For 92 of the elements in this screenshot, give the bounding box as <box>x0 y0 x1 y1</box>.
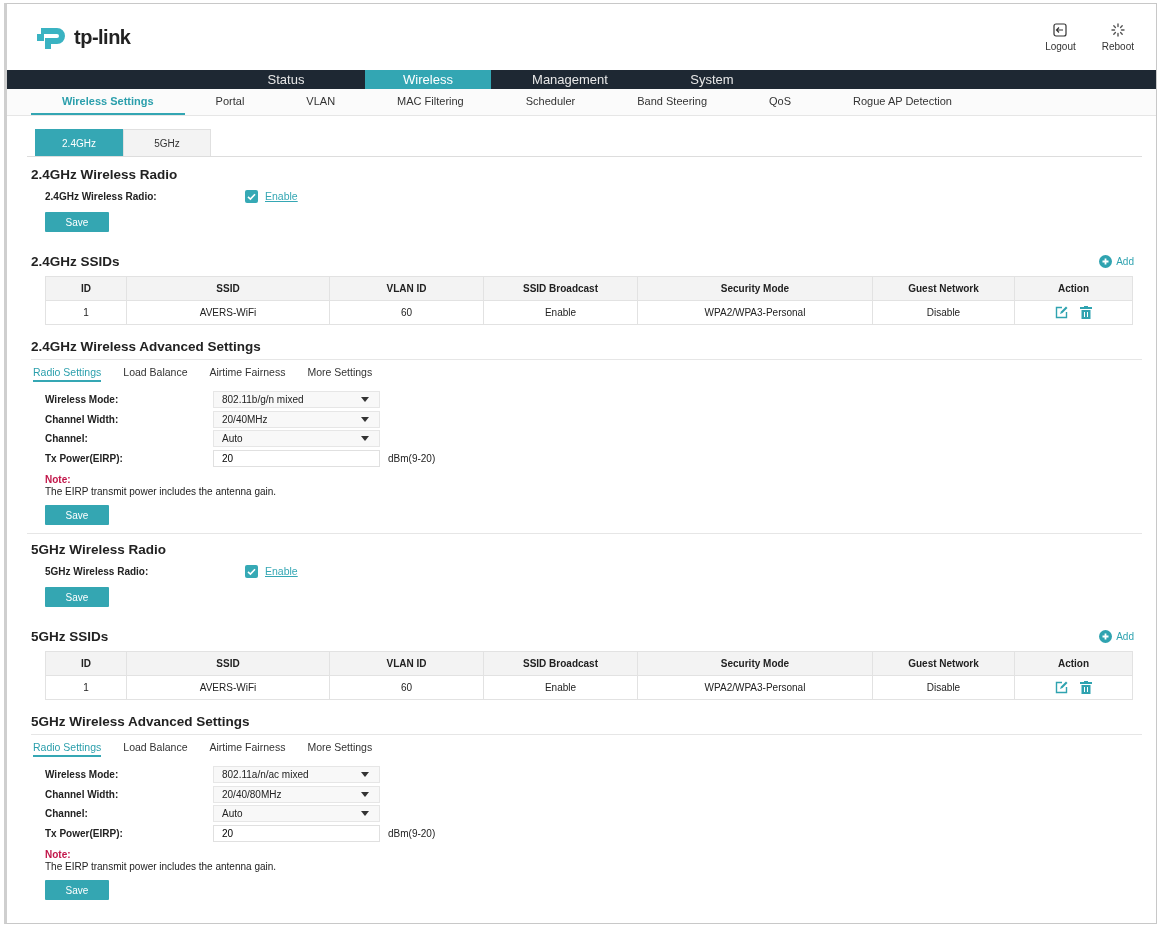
field-label: Channel: <box>45 433 89 445</box>
band-tab[interactable]: 5GHz <box>123 129 211 156</box>
sub-tab[interactable]: Rogue AP Detection <box>822 89 983 115</box>
table-cell: AVERS-WiFi <box>126 675 330 700</box>
column-header: Guest Network <box>872 651 1015 676</box>
settings-tab[interactable]: More Settings <box>307 365 373 382</box>
settings-tab[interactable]: Airtime Fairness <box>209 365 286 382</box>
section-title: 2.4GHz Wireless Radio <box>31 167 179 182</box>
column-header: SSID <box>126 276 330 301</box>
table-cell: 1 <box>45 675 127 700</box>
table-cell: Enable <box>483 675 638 700</box>
note-text: The EIRP transmit power includes the antenna gain. <box>44 486 278 497</box>
table-cell: 60 <box>329 675 484 700</box>
logout-icon <box>1053 22 1068 37</box>
dropdown[interactable]: 20/40MHz <box>213 410 380 428</box>
settings-tab[interactable]: Airtime Fairness <box>209 740 286 757</box>
header-action-button[interactable]: Logout <box>1045 22 1076 52</box>
add-icon <box>1099 630 1113 643</box>
dropdown[interactable]: 802.11a/n/ac mixed <box>213 766 380 784</box>
trash-icon[interactable] <box>1080 306 1092 319</box>
input-field[interactable]: 20 <box>213 449 380 467</box>
note-text: The EIRP transmit power includes the antenna gain. <box>44 861 278 872</box>
caret-icon <box>361 416 369 422</box>
field-label: Channel Width: <box>45 788 120 800</box>
dropdown[interactable]: 20/40/80MHz <box>213 785 380 803</box>
section-title: 5GHz SSIDs <box>31 629 109 644</box>
column-header: Action <box>1014 651 1133 676</box>
column-header: Security Mode <box>637 651 873 676</box>
checkbox[interactable] <box>245 189 258 203</box>
field-label: Tx Power(EIRP): <box>45 827 124 839</box>
caret-icon <box>361 791 369 797</box>
sub-tab[interactable]: Portal <box>184 89 276 115</box>
column-header: Security Mode <box>637 276 873 301</box>
trash-icon[interactable] <box>1080 681 1092 694</box>
column-header: ID <box>45 651 127 676</box>
sub-tab[interactable]: Scheduler <box>494 89 607 115</box>
logo-text: tp-link <box>74 25 131 49</box>
section-title: 2.4GHz Wireless Advanced Settings <box>31 339 1142 360</box>
table-cell: Enable <box>483 300 638 325</box>
field-label: Channel: <box>45 808 89 820</box>
section-title: 2.4GHz SSIDs <box>31 254 120 269</box>
sub-tab[interactable]: MAC Filtering <box>366 89 495 115</box>
sub-tab[interactable]: VLAN <box>275 89 367 115</box>
edit-icon[interactable] <box>1055 306 1068 319</box>
section-title: 5GHz Wireless Advanced Settings <box>31 714 1142 735</box>
caret-icon <box>361 811 369 817</box>
column-header: VLAN ID <box>329 276 484 301</box>
sub-tab[interactable]: Band Steering <box>606 89 738 115</box>
field-label: Wireless Mode: <box>45 394 120 406</box>
checkbox[interactable] <box>245 564 258 578</box>
table-cell: Disable <box>872 300 1015 325</box>
column-header: Action <box>1014 276 1133 301</box>
field-label: 2.4GHz Wireless Radio: <box>45 190 158 202</box>
input-field[interactable]: 20 <box>213 824 380 842</box>
column-header: Guest Network <box>872 276 1015 301</box>
unit-label: dBm(9-20) <box>388 452 436 464</box>
nav-tab[interactable]: Management <box>507 70 633 89</box>
column-header: SSID <box>126 651 330 676</box>
header-action-button[interactable]: Reboot <box>1101 22 1134 52</box>
settings-tab[interactable]: Load Balance <box>123 365 188 382</box>
column-header: VLAN ID <box>329 651 484 676</box>
table-cell: AVERS-WiFi <box>126 300 330 325</box>
dropdown[interactable]: Auto <box>213 805 380 823</box>
column-header: SSID Broadcast <box>483 276 638 301</box>
unit-label: dBm(9-20) <box>388 827 436 839</box>
table-cell: Disable <box>872 675 1015 700</box>
caret-icon <box>361 772 369 778</box>
sub-tab[interactable]: QoS <box>738 89 822 115</box>
note-title: Note: <box>44 474 72 485</box>
caret-icon <box>361 436 369 442</box>
caret-icon <box>361 397 369 403</box>
table-cell: 60 <box>329 300 484 325</box>
nav-tab[interactable]: Status <box>223 70 349 89</box>
field-label: Wireless Mode: <box>45 769 120 781</box>
edit-icon[interactable] <box>1055 681 1068 694</box>
field-label: 5GHz Wireless Radio: <box>45 565 150 577</box>
table-cell: WPA2/WPA3-Personal <box>637 300 873 325</box>
section-title: 5GHz Wireless Radio <box>31 542 167 557</box>
dropdown[interactable]: Auto <box>213 430 380 448</box>
note-title: Note: <box>44 849 72 860</box>
table-cell: WPA2/WPA3-Personal <box>637 675 873 700</box>
column-header: ID <box>45 276 127 301</box>
table-cell: 1 <box>45 300 127 325</box>
nav-tab[interactable]: System <box>649 70 775 89</box>
add-icon <box>1099 255 1113 268</box>
column-header: SSID Broadcast <box>483 651 638 676</box>
settings-tab[interactable]: More Settings <box>307 740 373 757</box>
loading-spinner-icon <box>1110 22 1125 37</box>
field-label: Tx Power(EIRP): <box>45 452 124 464</box>
field-label: Channel Width: <box>45 413 120 425</box>
dropdown[interactable]: 802.11b/g/n mixed <box>213 391 380 409</box>
settings-tab[interactable]: Load Balance <box>123 740 188 757</box>
